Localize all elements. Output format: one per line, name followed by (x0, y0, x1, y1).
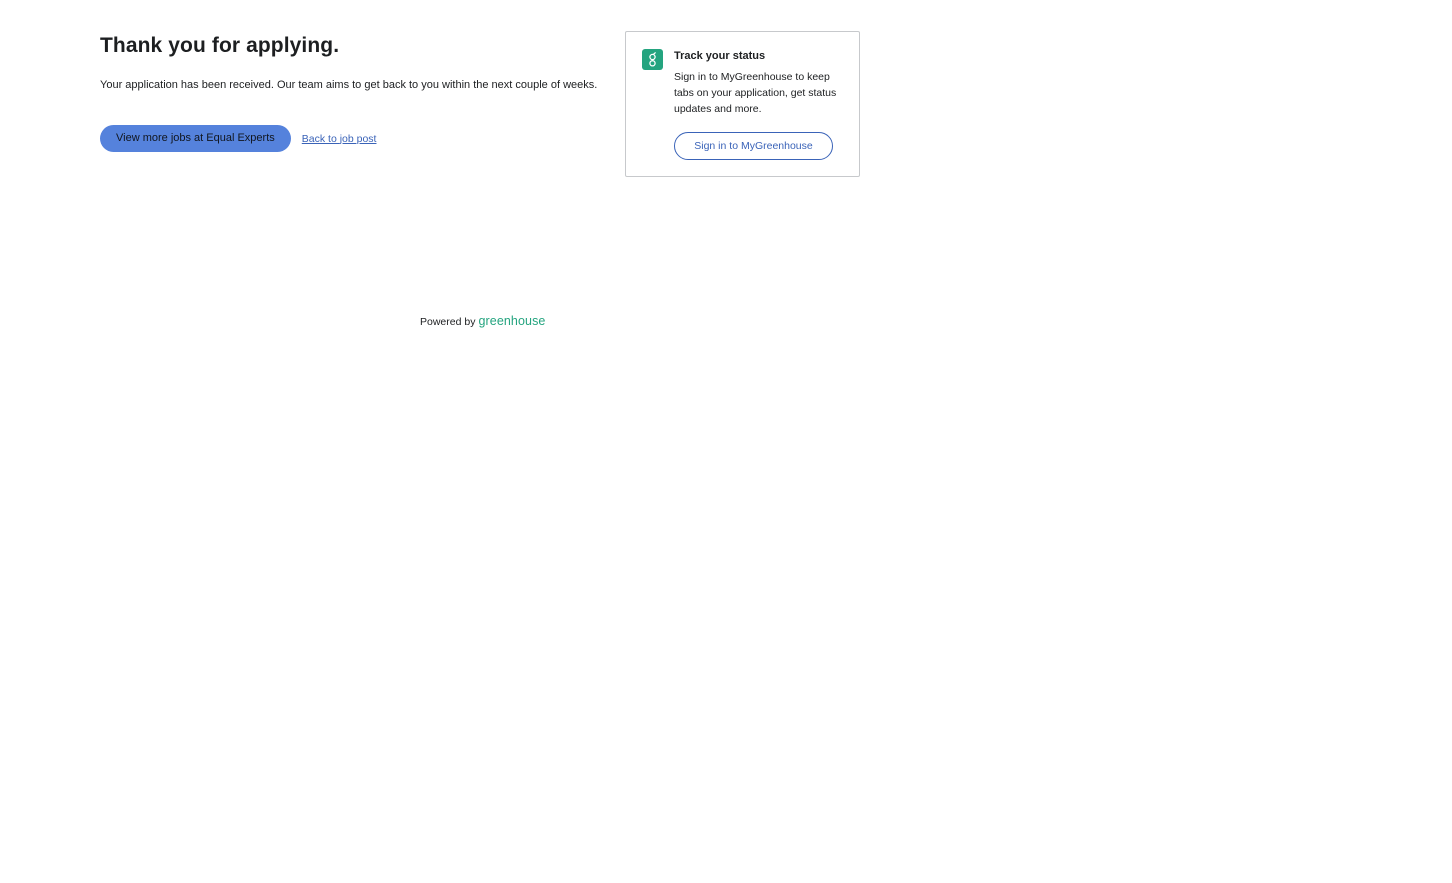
powered-by-label: Powered by (420, 316, 476, 328)
greenhouse-brand-link[interactable]: greenhouse (478, 314, 545, 328)
sign-in-mygreenhouse-button[interactable]: Sign in to MyGreenhouse (674, 132, 833, 160)
confirmation-section: Thank you for applying. Your application… (100, 30, 620, 152)
page-title: Thank you for applying. (100, 34, 340, 57)
track-status-card: Track your status Sign in to MyGreenhous… (625, 31, 860, 177)
confirmation-message: Your application has been received. Our … (100, 79, 598, 91)
back-to-job-post-link[interactable]: Back to job post (302, 133, 377, 145)
confirmation-actions: View more jobs at Equal Experts Back to … (100, 125, 620, 152)
greenhouse-logo-icon (642, 49, 663, 70)
view-more-jobs-button[interactable]: View more jobs at Equal Experts (100, 125, 291, 152)
application-confirmation-page: Thank you for applying. Your application… (0, 0, 1452, 883)
greenhouse-g-icon (649, 52, 656, 67)
track-status-description: Sign in to MyGreenhouse to keep tabs on … (674, 71, 837, 115)
track-status-body: Track your status Sign in to MyGreenhous… (674, 48, 849, 160)
track-status-title: Track your status (674, 50, 766, 62)
powered-by-footer: Powered by greenhouse (420, 314, 545, 328)
